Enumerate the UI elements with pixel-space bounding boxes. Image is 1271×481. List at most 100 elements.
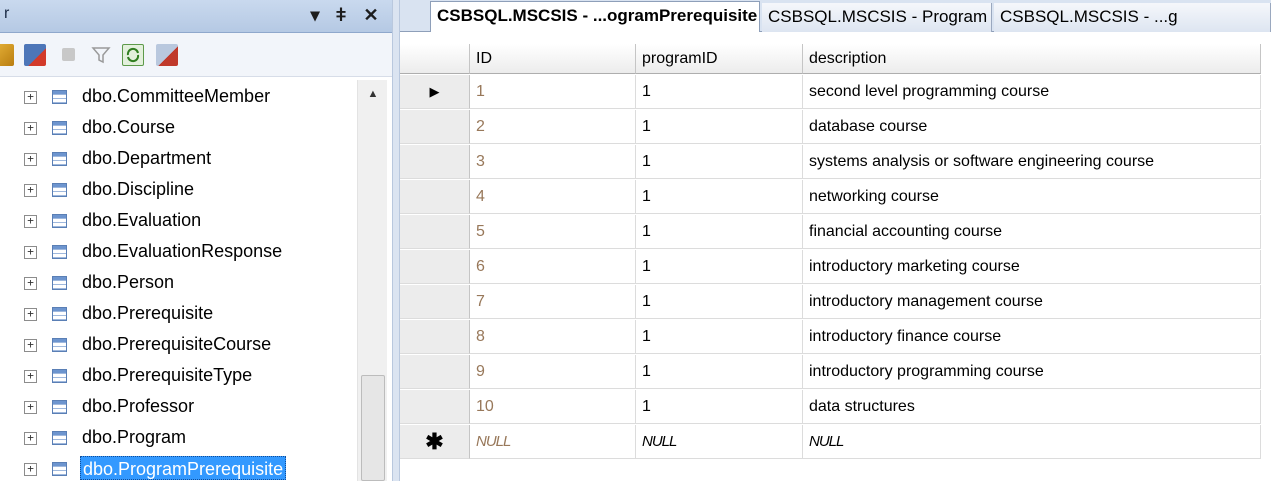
expand-icon[interactable]: +	[24, 184, 37, 197]
column-header-id[interactable]: ID	[470, 44, 636, 74]
cell-description[interactable]: introductory management course	[803, 285, 1261, 319]
cell-id-null[interactable]: NULL	[470, 425, 636, 459]
tree-item[interactable]: + dbo.Course	[0, 111, 355, 141]
tree-item[interactable]: + dbo.Discipline	[0, 173, 355, 203]
cell-id[interactable]: 2	[470, 110, 636, 144]
row-selector-header[interactable]	[400, 44, 470, 74]
refresh-icon[interactable]	[122, 44, 144, 66]
cell-programid[interactable]: 1	[636, 250, 803, 284]
connect-icon[interactable]	[0, 44, 14, 66]
cell-id[interactable]: 9	[470, 355, 636, 389]
cell-programid[interactable]: 1	[636, 145, 803, 179]
cell-programid[interactable]: 1	[636, 75, 803, 109]
cell-programid[interactable]: 1	[636, 180, 803, 214]
expand-icon[interactable]: +	[24, 401, 37, 414]
tree-item[interactable]: + dbo.EvaluationResponse	[0, 235, 355, 265]
tree-item[interactable]: + dbo.PrerequisiteCourse	[0, 328, 355, 358]
cell-description[interactable]: systems analysis or software engineering…	[803, 145, 1261, 179]
row-selector[interactable]	[400, 285, 470, 319]
cell-programid[interactable]: 1	[636, 285, 803, 319]
row-selector[interactable]: ✱	[400, 425, 470, 459]
object-explorer-scrollbar[interactable]: ▲	[357, 80, 387, 481]
tab-third-table[interactable]: CSBSQL.MSCSIS - ...g	[994, 3, 1271, 32]
cell-id[interactable]: 3	[470, 145, 636, 179]
row-selector[interactable]	[400, 355, 470, 389]
cell-programid-null[interactable]: NULL	[636, 425, 803, 459]
object-explorer-title: r	[4, 5, 10, 22]
tree-item[interactable]: + dbo.Prerequisite	[0, 297, 355, 327]
tree-item[interactable]: + dbo.CommitteeMember	[0, 80, 355, 110]
cell-programid[interactable]: 1	[636, 110, 803, 144]
cell-description[interactable]: introductory marketing course	[803, 250, 1261, 284]
summary-icon[interactable]	[156, 44, 178, 66]
filter-icon[interactable]	[90, 44, 112, 66]
row-selector[interactable]	[400, 320, 470, 354]
tree-item[interactable]: + dbo.Department	[0, 142, 355, 172]
cell-programid[interactable]: 1	[636, 320, 803, 354]
cell-id[interactable]: 1	[470, 75, 636, 109]
cell-programid[interactable]: 1	[636, 355, 803, 389]
disconnect-icon[interactable]	[24, 44, 46, 66]
cell-description[interactable]: networking course	[803, 180, 1261, 214]
expand-icon[interactable]: +	[24, 370, 37, 383]
cell-description-null[interactable]: NULL	[803, 425, 1261, 459]
expand-icon[interactable]: +	[24, 122, 37, 135]
cell-id[interactable]: 8	[470, 320, 636, 354]
expand-icon[interactable]: +	[24, 463, 37, 476]
cell-description[interactable]: second level programming course	[803, 75, 1261, 109]
expand-icon[interactable]: +	[24, 153, 37, 166]
object-explorer-pane: r ▾ ǂ ✕ + dbo.CommitteeMember + dbo.Course +…	[0, 0, 392, 481]
tree-item[interactable]: + dbo.Professor	[0, 390, 355, 420]
table-icon	[52, 276, 67, 290]
cell-description[interactable]: financial accounting course	[803, 215, 1261, 249]
cell-description[interactable]: introductory finance course	[803, 320, 1261, 354]
cell-programid[interactable]: 1	[636, 390, 803, 424]
expand-icon[interactable]: +	[24, 308, 37, 321]
cell-id[interactable]: 4	[470, 180, 636, 214]
row-selector[interactable]	[400, 250, 470, 284]
expand-icon[interactable]: +	[24, 432, 37, 445]
row-selector[interactable]	[400, 110, 470, 144]
tree-item[interactable]: + dbo.Evaluation	[0, 204, 355, 234]
tree-item-label: dbo.PrerequisiteCourse	[82, 334, 272, 354]
expand-icon[interactable]: +	[24, 91, 37, 104]
expand-icon[interactable]: +	[24, 215, 37, 228]
tab-program[interactable]: CSBSQL.MSCSIS - Program	[762, 3, 992, 32]
expand-icon[interactable]: +	[24, 246, 37, 259]
cell-id[interactable]: 10	[470, 390, 636, 424]
stop-icon[interactable]	[62, 48, 75, 61]
row-selector[interactable]	[400, 180, 470, 214]
expand-icon[interactable]: +	[24, 339, 37, 352]
pane-splitter[interactable]	[392, 0, 400, 481]
cell-id[interactable]: 6	[470, 250, 636, 284]
tree-item[interactable]: + dbo.Person	[0, 266, 355, 296]
cell-description[interactable]: database course	[803, 110, 1261, 144]
tree-item[interactable]: + dbo.ProgramPrerequisite	[0, 452, 355, 481]
tree-item-label: dbo.Prerequisite	[82, 303, 214, 323]
table-icon	[52, 369, 67, 383]
expand-icon[interactable]: +	[24, 277, 37, 290]
tree-item[interactable]: + dbo.Program	[0, 421, 355, 451]
column-header-programid[interactable]: programID	[636, 44, 803, 74]
tree-item-label: dbo.Course	[82, 117, 176, 137]
row-selector[interactable]	[400, 215, 470, 249]
close-pane-icon[interactable]: ✕	[360, 4, 382, 26]
scroll-up-icon[interactable]: ▲	[358, 82, 388, 106]
row-selector[interactable]	[400, 390, 470, 424]
window-position-dropdown-icon[interactable]: ▾	[304, 4, 326, 26]
column-header-description[interactable]: description	[803, 44, 1261, 74]
tab-program-prerequisite[interactable]: CSBSQL.MSCSIS - ...ogramPrerequisite	[430, 1, 760, 33]
table-icon	[52, 431, 67, 445]
current-row-icon: ▶	[429, 84, 440, 99]
tree-item-label: dbo.CommitteeMember	[82, 86, 271, 106]
cell-description[interactable]: introductory programming course	[803, 355, 1261, 389]
cell-programid[interactable]: 1	[636, 215, 803, 249]
row-selector[interactable]: ▶	[400, 75, 470, 109]
auto-hide-pin-icon[interactable]: ǂ	[330, 4, 352, 26]
cell-id[interactable]: 7	[470, 285, 636, 319]
row-selector[interactable]	[400, 145, 470, 179]
scrollbar-thumb[interactable]	[361, 375, 385, 481]
cell-description[interactable]: data structures	[803, 390, 1261, 424]
cell-id[interactable]: 5	[470, 215, 636, 249]
tree-item[interactable]: + dbo.PrerequisiteType	[0, 359, 355, 389]
